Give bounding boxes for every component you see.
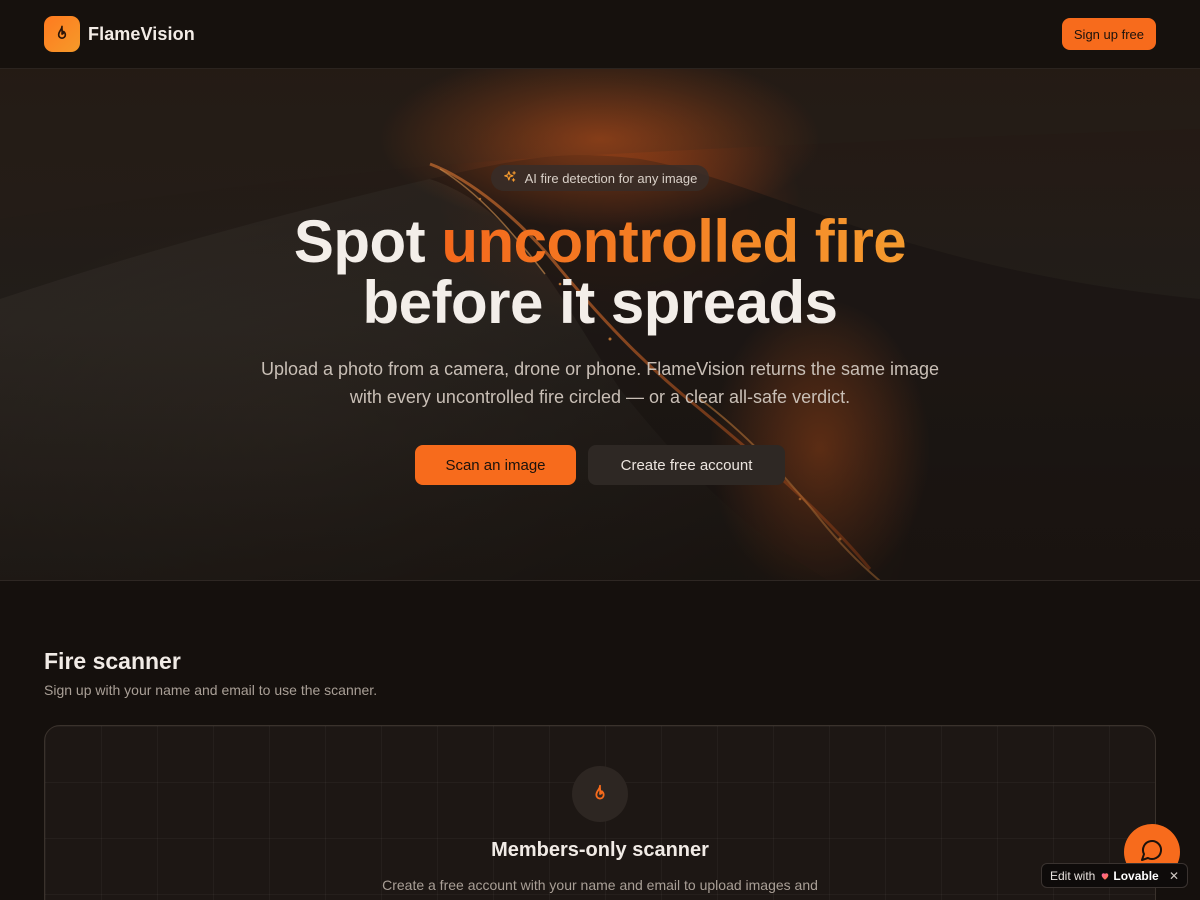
hero-badge-text: AI fire detection for any image [524, 170, 698, 186]
page: FlameVision Sign up free AI fire detecti… [0, 0, 1200, 900]
scanner-card: Members-only scanner Create a free accou… [44, 725, 1156, 900]
headline-accent: uncontrolled fire [441, 208, 907, 275]
section-title: Fire scanner [44, 648, 181, 674]
hero-section: AI fire detection for any image Spot unc… [0, 69, 1200, 581]
card-title: Members-only scanner [491, 839, 709, 861]
lovable-logo: Lovable [1100, 868, 1159, 883]
sparkles-icon [503, 170, 517, 187]
create-account-button[interactable]: Create free account [588, 445, 785, 485]
brand[interactable]: FlameVision [44, 16, 195, 52]
headline-line2: before it spreads [362, 269, 839, 336]
hero-content: AI fire detection for any image Spot unc… [0, 69, 1200, 580]
lovable-label: Lovable [1113, 868, 1159, 883]
top-nav: FlameVision Sign up free [0, 0, 1200, 69]
card-description: Create a free account with your name and… [382, 877, 818, 900]
hero-subheadline: Upload a photo from a camera, drone or p… [260, 359, 940, 407]
hero-badge: AI fire detection for any image [490, 165, 710, 191]
section-subtitle: Sign up with your name and email to use … [44, 682, 378, 698]
close-icon[interactable]: ✕ [1169, 869, 1179, 883]
flame-icon [44, 16, 80, 52]
sign-up-button[interactable]: Sign up free [1061, 18, 1156, 50]
edit-with-lovable-badge[interactable]: Edit with Lovable ✕ [1041, 863, 1188, 888]
flame-icon [572, 766, 628, 822]
headline-part1: Spot [293, 208, 442, 275]
edit-with-text: Edit with [1050, 868, 1096, 883]
brand-name: FlameVision [88, 23, 195, 44]
hero-headline: Spot uncontrolled fire before it spreads [293, 208, 907, 336]
hero-cta-row: Scan an image Create free account [415, 445, 785, 485]
heart-icon [1102, 872, 1109, 880]
scan-image-button[interactable]: Scan an image [415, 445, 576, 485]
